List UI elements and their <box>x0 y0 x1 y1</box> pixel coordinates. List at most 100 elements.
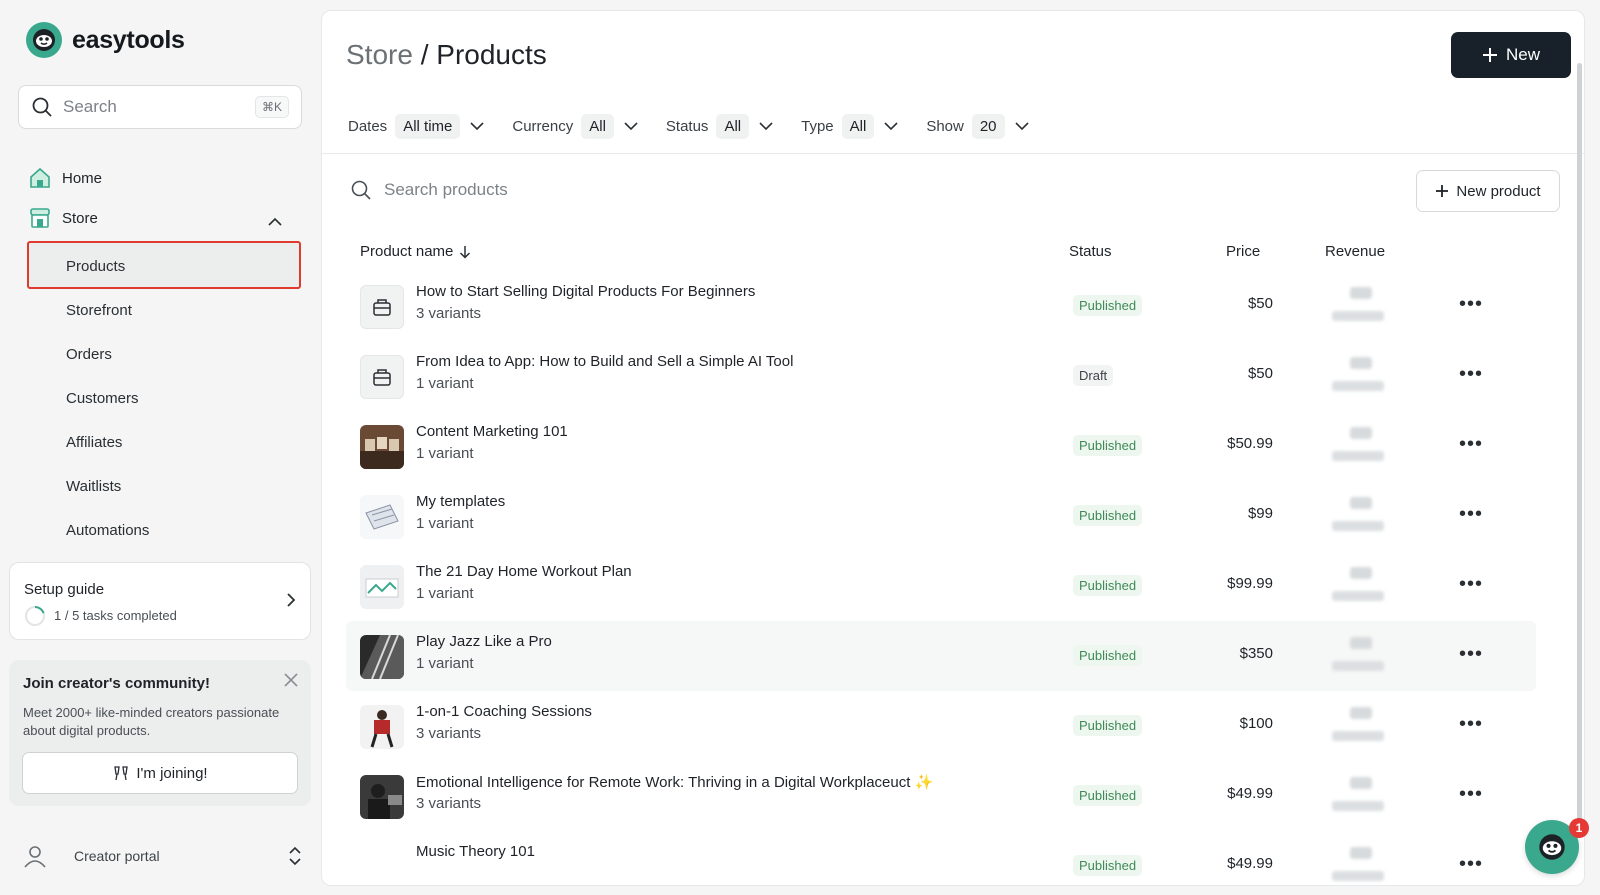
revenue-blurred <box>1332 563 1386 605</box>
sidebar-item-storefront[interactable]: Storefront <box>66 302 132 319</box>
revenue-blurred <box>1332 843 1386 885</box>
more-options-icon[interactable]: ••• <box>1459 503 1483 526</box>
new-product-label: New product <box>1456 182 1541 200</box>
setup-guide-progress: 1 / 5 tasks completed <box>54 608 177 623</box>
table-row[interactable]: My templates 1 variant Published $99 ••• <box>346 481 1536 551</box>
chevron-up-icon[interactable] <box>268 214 282 232</box>
more-options-icon[interactable]: ••• <box>1459 853 1483 876</box>
filter-label: Status <box>665 117 709 135</box>
product-variants: 3 variants <box>416 725 482 742</box>
breadcrumb-separator: / <box>420 39 429 70</box>
column-header-status[interactable]: Status <box>1069 243 1112 260</box>
easytools-logo-icon <box>1539 834 1565 860</box>
more-options-icon[interactable]: ••• <box>1459 363 1483 386</box>
sidebar: easytools Search ⌘K Home Store Products … <box>0 0 320 895</box>
community-title: Join creator's community! <box>23 675 210 692</box>
status-badge: Published <box>1073 435 1143 456</box>
filter-value: All <box>841 113 875 139</box>
sidebar-item-automations[interactable]: Automations <box>66 522 149 539</box>
creator-portal-switcher[interactable]: Creator portal <box>18 835 302 877</box>
revenue-blurred <box>1332 493 1386 535</box>
table-row[interactable]: Emotional Intelligence for Remote Work: … <box>346 761 1536 831</box>
sidebar-item-store[interactable]: Store <box>28 200 98 236</box>
product-name[interactable]: Music Theory 101 <box>416 843 535 860</box>
product-name[interactable]: The 21 Day Home Workout Plan <box>416 563 632 580</box>
product-name[interactable]: 1-on-1 Coaching Sessions <box>416 703 592 720</box>
status-badge: Draft <box>1073 365 1114 386</box>
product-thumbnail <box>360 635 404 679</box>
product-price: $99 <box>1247 505 1273 522</box>
status-badge: Published <box>1073 855 1143 876</box>
sidebar-item-affiliates[interactable]: Affiliates <box>66 434 122 451</box>
product-name[interactable]: Emotional Intelligence for Remote Work: … <box>416 773 933 791</box>
filter-type[interactable]: Type All <box>801 113 898 139</box>
more-options-icon[interactable]: ••• <box>1459 643 1483 666</box>
sidebar-item-orders[interactable]: Orders <box>66 346 112 363</box>
app-root: easytools Search ⌘K Home Store Products … <box>0 0 1600 895</box>
table-row[interactable]: 1-on-1 Coaching Sessions 3 variants Publ… <box>346 691 1536 761</box>
status-badge: Published <box>1073 575 1143 596</box>
easytools-logo-icon <box>26 22 62 58</box>
status-badge: Published <box>1073 295 1143 316</box>
sidebar-item-customers[interactable]: Customers <box>66 390 139 407</box>
community-description: Meet 2000+ like-minded creators passiona… <box>23 705 280 738</box>
product-price: $50.99 <box>1227 435 1273 452</box>
setup-guide-card[interactable]: Setup guide 1 / 5 tasks completed <box>9 562 311 640</box>
product-name[interactable]: Content Marketing 101 <box>416 423 568 440</box>
sidebar-item-waitlists[interactable]: Waitlists <box>66 478 121 495</box>
brand[interactable]: easytools <box>26 22 185 58</box>
arrow-down-icon <box>460 245 471 259</box>
table-row[interactable]: Play Jazz Like a Pro 1 variant Published… <box>346 621 1536 691</box>
filter-show[interactable]: Show 20 <box>926 113 1029 139</box>
product-price: $99.99 <box>1227 575 1273 592</box>
table-row[interactable]: From Idea to App: How to Build and Sell … <box>346 341 1536 411</box>
join-community-button[interactable]: I'm joining! <box>22 752 298 794</box>
filter-value: 20 <box>971 113 1005 139</box>
product-price: $49.99 <box>1227 785 1273 802</box>
scrollbar[interactable] <box>1577 63 1582 833</box>
table-row[interactable]: Music Theory 101 Published $49.99 ••• <box>346 831 1536 885</box>
product-variants: 1 variant <box>416 515 474 532</box>
breadcrumb-store[interactable]: Store <box>346 39 413 70</box>
store-icon <box>28 206 52 230</box>
revenue-blurred <box>1332 703 1386 745</box>
more-options-icon[interactable]: ••• <box>1459 573 1483 596</box>
revenue-blurred <box>1332 423 1386 465</box>
product-name[interactable]: How to Start Selling Digital Products Fo… <box>416 283 755 300</box>
filter-status[interactable]: Status All <box>665 113 773 139</box>
more-options-icon[interactable]: ••• <box>1459 433 1483 456</box>
column-header-revenue[interactable]: Revenue <box>1325 243 1385 260</box>
product-box-icon <box>360 285 404 329</box>
sidebar-item-products[interactable]: Products <box>66 258 125 275</box>
brand-name: easytools <box>72 25 185 54</box>
product-name[interactable]: My templates <box>416 493 505 510</box>
filter-bar: Dates All time Currency All Status All T… <box>348 111 1057 141</box>
more-options-icon[interactable]: ••• <box>1459 783 1483 806</box>
filter-dates[interactable]: Dates All time <box>348 113 484 139</box>
product-name[interactable]: From Idea to App: How to Build and Sell … <box>416 353 793 370</box>
filter-label: Type <box>801 117 834 135</box>
sidebar-item-home[interactable]: Home <box>28 160 102 196</box>
new-product-button[interactable]: New product <box>1416 170 1560 212</box>
more-options-icon[interactable]: ••• <box>1459 713 1483 736</box>
table-row[interactable]: The 21 Day Home Workout Plan 1 variant P… <box>346 551 1536 621</box>
close-icon[interactable] <box>283 672 299 693</box>
more-options-icon[interactable]: ••• <box>1459 293 1483 316</box>
column-header-price[interactable]: Price <box>1226 243 1260 260</box>
plus-icon <box>1436 185 1449 197</box>
filter-currency[interactable]: Currency All <box>512 113 638 139</box>
product-price: $350 <box>1239 645 1273 662</box>
sidebar-search-input[interactable]: Search ⌘K <box>18 85 302 129</box>
table-row[interactable]: How to Start Selling Digital Products Fo… <box>346 271 1536 341</box>
user-avatar-icon <box>18 839 52 873</box>
product-price: $50 <box>1247 365 1273 382</box>
home-icon <box>28 166 52 190</box>
new-button[interactable]: New <box>1451 32 1571 78</box>
table-row[interactable]: Content Marketing 101 1 variant Publishe… <box>346 411 1536 481</box>
product-name[interactable]: Play Jazz Like a Pro <box>416 633 552 650</box>
column-header-product-name[interactable]: Product name <box>360 243 471 260</box>
product-search-input[interactable]: Search products <box>350 179 508 201</box>
product-search-placeholder: Search products <box>384 180 508 199</box>
chevron-down-icon <box>1014 122 1029 131</box>
revenue-blurred <box>1332 353 1386 395</box>
